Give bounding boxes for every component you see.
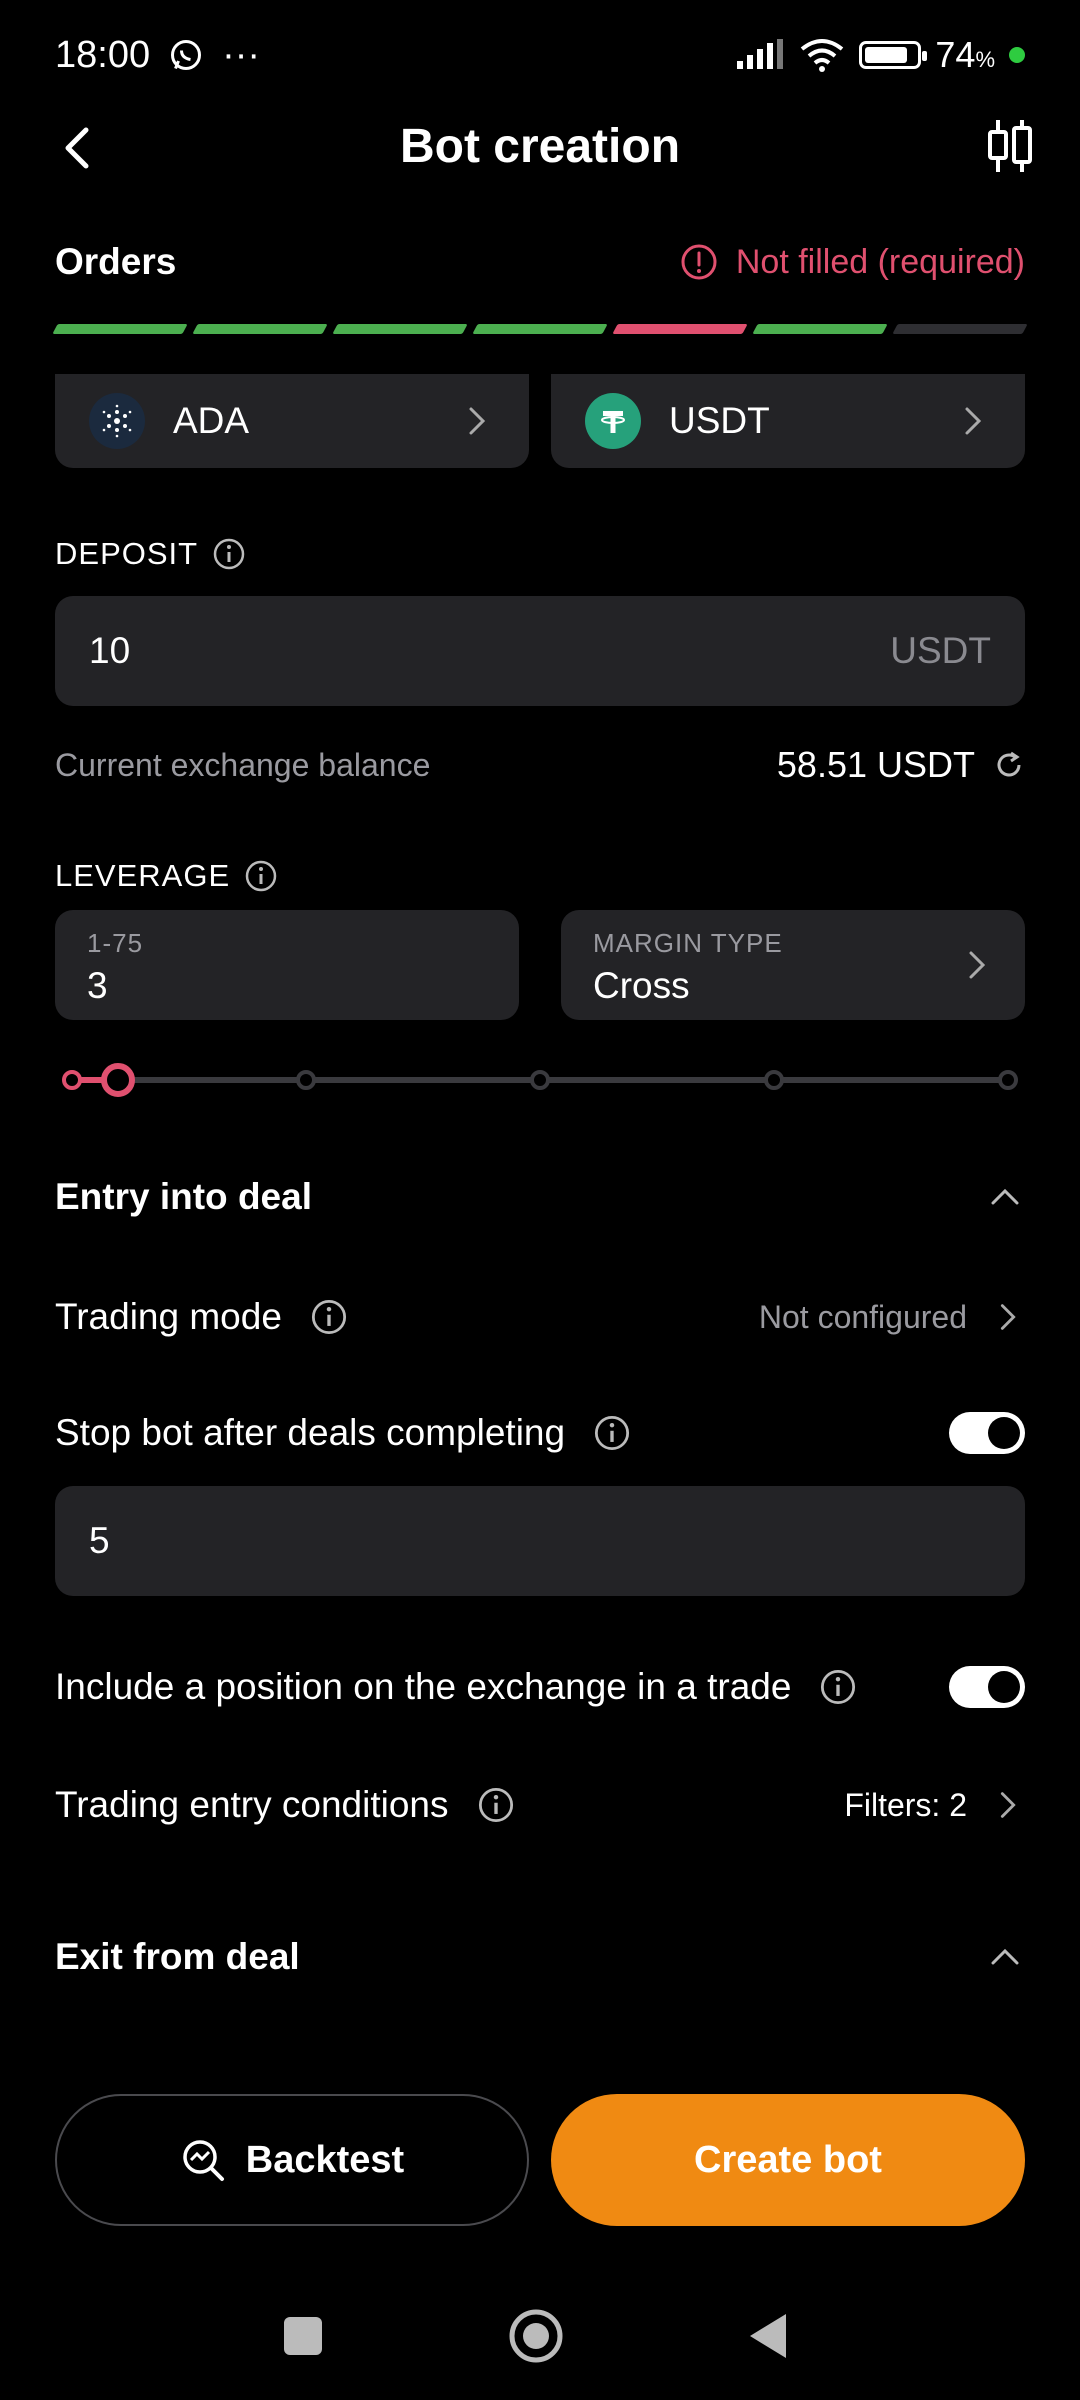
status-right: 74% (735, 34, 1025, 76)
privacy-indicator (1009, 47, 1025, 63)
trading-mode-value: Not configured (758, 1298, 967, 1335)
back-arrow-icon[interactable] (50, 118, 110, 178)
balance-value-wrapper: 58.51 USDT (777, 744, 1025, 786)
progress-step-3 (332, 324, 468, 334)
entry-section-header[interactable]: Entry into deal (55, 1162, 1025, 1232)
header: Bot creation (0, 110, 1080, 182)
stop-bot-toggle[interactable] (949, 1412, 1025, 1454)
ada-coin-icon (89, 393, 145, 449)
signal-icon (737, 39, 784, 69)
chevron-right-icon (965, 407, 982, 435)
entry-conditions-value: Filters: 2 (844, 1786, 967, 1823)
info-icon[interactable] (477, 1786, 515, 1824)
battery-icon (859, 41, 928, 69)
chevron-up-icon (991, 1948, 1019, 1965)
margin-type-select[interactable]: MARGIN TYPE Cross (561, 910, 1025, 1020)
trading-mode-label: Trading mode (55, 1296, 282, 1337)
battery-level: 74% (935, 34, 995, 75)
quote-currency-label: USDT (669, 400, 770, 441)
required-warning-text: Not filled (required) (735, 242, 1025, 281)
base-currency-label: ADA (173, 400, 250, 441)
trading-mode-row[interactable]: Trading mode Not configured (55, 1282, 1025, 1352)
stop-bot-deals-value: 5 (89, 1520, 110, 1561)
base-currency-select[interactable]: ADA (55, 374, 529, 468)
alert-circle-icon (681, 244, 717, 280)
progress-step-5 (612, 324, 748, 334)
progress-step-2 (192, 324, 328, 334)
create-bot-button[interactable]: Create bot (551, 2094, 1025, 2226)
info-icon[interactable] (819, 1668, 857, 1706)
progress-step-7 (892, 324, 1028, 334)
whatsapp-icon (171, 40, 202, 70)
balance-row: Current exchange balance 58.51 USDT (55, 740, 1025, 790)
system-nav-bar (284, 2309, 786, 2363)
chevron-right-icon (1000, 1792, 1016, 1818)
chevron-right-icon (969, 951, 986, 979)
required-warning: Not filled (required) (680, 243, 1025, 282)
info-icon[interactable] (593, 1414, 631, 1452)
status-bar: 18:00 ··· 74% (0, 0, 1080, 110)
section-title-exit: Exit from deal (55, 1936, 300, 1977)
back-nav-button[interactable] (750, 2314, 786, 2358)
entry-conditions-label: Trading entry conditions (55, 1784, 449, 1825)
clock: 18:00 (55, 33, 151, 76)
leverage-label: LEVERAGE (55, 858, 231, 893)
stop-bot-row: Stop bot after deals completing (55, 1398, 1025, 1468)
balance-label: Current exchange balance (55, 746, 431, 783)
quote-currency-select[interactable]: USDT (551, 374, 1025, 468)
refresh-icon[interactable] (993, 749, 1025, 781)
deposit-label: DEPOSIT (55, 536, 199, 571)
more-notifications-icon: ··· (222, 33, 261, 76)
entry-conditions-row[interactable]: Trading entry conditions Filters: 2 (55, 1770, 1025, 1840)
backtest-label: Backtest (245, 2138, 405, 2181)
margin-type-caption: MARGIN TYPE (593, 928, 783, 958)
deposit-input[interactable]: 10 USDT (55, 596, 1025, 706)
leverage-slider[interactable] (60, 1062, 1020, 1098)
section-title-orders: Orders (55, 241, 177, 282)
chevron-up-icon (991, 1188, 1019, 1205)
include-position-row: Include a position on the exchange in a … (55, 1652, 1025, 1722)
page-title: Bot creation (399, 119, 681, 173)
wifi-icon (801, 39, 844, 72)
info-icon[interactable] (244, 859, 278, 893)
leverage-value: 3 (87, 965, 108, 1006)
usdt-coin-icon (585, 393, 641, 449)
balance-value: 58.51 USDT (776, 744, 975, 785)
section-title-entry: Entry into deal (55, 1176, 312, 1217)
leverage-input[interactable]: 1-75 3 (55, 910, 519, 1020)
margin-type-value: Cross (593, 965, 690, 1006)
info-icon[interactable] (212, 537, 246, 571)
candlestick-chart-icon[interactable] (980, 116, 1040, 176)
leverage-label-row: LEVERAGE (55, 858, 278, 894)
chevron-right-icon (1000, 1304, 1016, 1330)
progress-step-4 (472, 324, 608, 334)
include-position-label: Include a position on the exchange in a … (55, 1666, 792, 1707)
deposit-unit: USDT (890, 630, 991, 671)
progress-step-1 (52, 324, 188, 334)
stop-bot-deals-input[interactable]: 5 (55, 1486, 1025, 1596)
slider-thumb[interactable] (101, 1063, 135, 1097)
recents-button[interactable] (284, 2317, 322, 2355)
chevron-right-icon (469, 407, 486, 435)
backtest-button[interactable]: Backtest (55, 2094, 529, 2226)
exit-section-header[interactable]: Exit from deal (55, 1922, 1025, 1992)
info-icon[interactable] (310, 1298, 348, 1336)
backtest-icon (183, 2140, 224, 2181)
step-progress (52, 324, 1028, 336)
create-bot-label: Create bot (694, 2138, 882, 2181)
deposit-value: 10 (89, 630, 131, 671)
status-left: 18:00 ··· (55, 34, 260, 77)
deposit-label-row: DEPOSIT (55, 536, 246, 572)
leverage-range: 1-75 (87, 928, 144, 958)
stop-bot-label: Stop bot after deals completing (55, 1412, 566, 1453)
include-position-toggle[interactable] (949, 1666, 1025, 1708)
orders-header: Orders Not filled (required) (55, 232, 1025, 292)
progress-step-6 (752, 324, 888, 334)
